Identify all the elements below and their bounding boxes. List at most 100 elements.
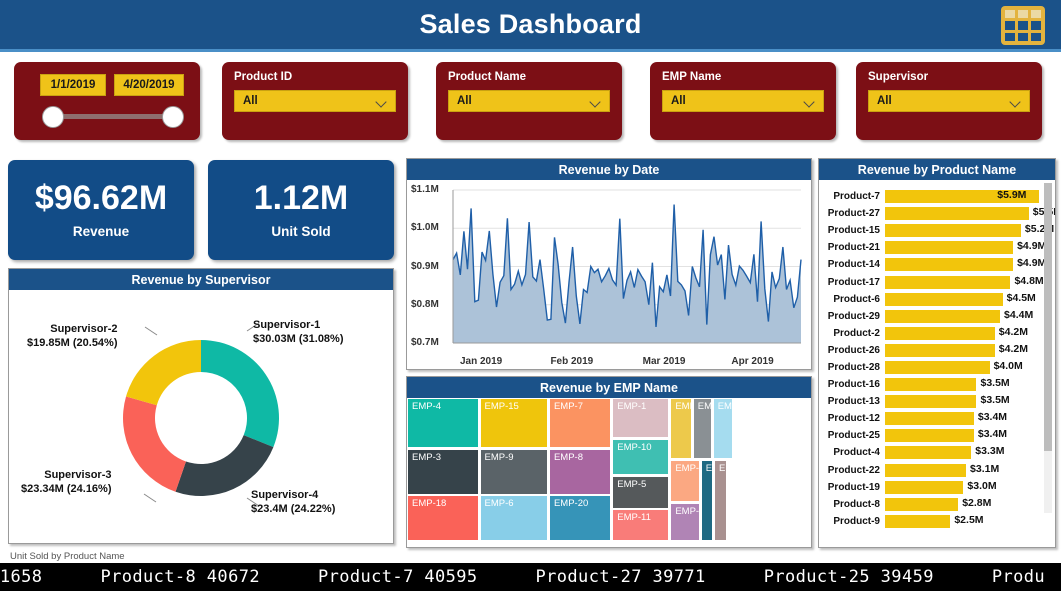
scrollbar-thumb[interactable]: [1044, 183, 1052, 451]
treemap-tile[interactable]: EMP-18: [407, 494, 479, 541]
date-end-value[interactable]: 4/20/2019: [114, 74, 184, 96]
bar-value-label: $4.9M: [1017, 240, 1047, 253]
date-start-value[interactable]: 1/1/2019: [40, 74, 106, 96]
date-slider-handle-right[interactable]: [162, 106, 184, 128]
bar-chart-row[interactable]: Product-12 $3.4M: [823, 410, 1051, 427]
bar-chart-scrollbar[interactable]: [1044, 183, 1052, 513]
treemap-tile[interactable]: EMP-...: [712, 398, 733, 460]
treemap-tile[interactable]: EMP-1: [612, 398, 670, 439]
bar-category-label: Product-2: [833, 327, 880, 339]
slicer-product-name[interactable]: Product Name All: [436, 62, 622, 140]
slicer-dropdown[interactable]: All: [448, 90, 610, 112]
treemap-tile[interactable]: EMP-11: [612, 508, 670, 541]
header-bar: Sales Dashboard: [0, 0, 1061, 49]
donut-chart-area: Supervisor-1 $30.03M (31.08%) Supervisor-…: [9, 290, 393, 543]
treemap-tile[interactable]: EMP-8: [548, 448, 612, 495]
bar-track: $3.0M: [885, 479, 1051, 494]
date-range-slicer[interactable]: 1/1/2019 4/20/2019: [14, 62, 200, 140]
bar-category-label: Product-29: [827, 310, 880, 322]
bar-chart-row[interactable]: Product-29 $4.4M: [823, 308, 1051, 325]
bar-chart-row[interactable]: Product-14 $4.9M: [823, 256, 1051, 273]
bar-chart-row[interactable]: Product-26 $4.2M: [823, 342, 1051, 359]
bar-track: $4.9M: [885, 257, 1051, 272]
bar-fill: [885, 412, 974, 426]
kpi-card-unit-sold[interactable]: 1.12M Unit Sold: [208, 160, 394, 260]
treemap-tile[interactable]: EMP-6: [479, 494, 549, 541]
bar-chart-row[interactable]: Product-2 $4.2M: [823, 325, 1051, 342]
treemap-tile[interactable]: EMP-15: [479, 398, 549, 449]
bar-value-label: $3.0M: [967, 479, 997, 492]
bar-chart-row[interactable]: Product-6 $4.5M: [823, 291, 1051, 308]
bar-category-label: Product-9: [833, 515, 880, 527]
treemap-tile[interactable]: EMP-20: [548, 494, 612, 541]
bar-chart-row[interactable]: Product-13 $3.5M: [823, 393, 1051, 410]
chart-revenue-by-product-name[interactable]: Revenue by Product Name Product-7 $5.9M Pr…: [818, 158, 1056, 548]
donut-label-supervisor-4: Supervisor-4 $23.4M (24.22%): [251, 489, 336, 516]
bar-chart-row[interactable]: Product-15 $5.2M: [823, 222, 1054, 239]
date-slider-track[interactable]: [54, 114, 170, 119]
slicer-dropdown[interactable]: All: [868, 90, 1030, 112]
x-tick-label: Mar 2019: [642, 356, 686, 367]
treemap-tile[interactable]: EMP-9: [479, 448, 549, 495]
treemap-tile-label: EMP-9: [484, 451, 514, 463]
slicer-value: All: [671, 95, 686, 107]
treemap-tile[interactable]: EMP-19: [692, 398, 712, 460]
bar-category-label: Product-21: [827, 242, 880, 254]
date-slider-handle-left[interactable]: [42, 106, 64, 128]
bar-chart-row[interactable]: Product-4 $3.3M: [823, 444, 1051, 461]
slicer-dropdown[interactable]: All: [234, 90, 396, 112]
bar-category-label: Product-15: [827, 225, 880, 237]
bar-chart-row[interactable]: Product-28 $4.0M: [823, 359, 1051, 376]
bar-chart-row[interactable]: Product-16 $3.5M: [823, 376, 1051, 393]
slicer-label: EMP Name: [662, 71, 722, 83]
ticker-item: Produ: [991, 567, 1046, 587]
slicer-emp-name[interactable]: EMP Name All: [650, 62, 836, 140]
bar-chart-row[interactable]: Product-9 $2.5M: [823, 513, 1051, 530]
bar-value-label: $4.9M: [1017, 257, 1047, 270]
bar-value-label: $4.2M: [998, 325, 1028, 338]
treemap-tile[interactable]: EMP-16: [670, 459, 700, 503]
bar-chart-row[interactable]: Product-22 $3.1M: [823, 462, 1051, 479]
bar-fill: [885, 378, 977, 392]
chart-revenue-by-emp-name[interactable]: Revenue by EMP Name EMP-4 EMP-15 EMP-7 EMP-…: [406, 376, 812, 548]
treemap-tile[interactable]: EMP-10: [612, 438, 670, 476]
panel-title: Revenue by Product Name: [819, 159, 1055, 180]
bar-chart-row[interactable]: Product-8 $2.8M: [823, 496, 1051, 513]
bar-category-label: Product-14: [827, 259, 880, 271]
chart-revenue-by-supervisor[interactable]: Revenue by Supervisor Supervisor-1 $30.03…: [8, 268, 394, 544]
bar-fill: [885, 497, 959, 511]
bar-chart-row[interactable]: Product-7 $5.9M: [823, 188, 1051, 205]
header-divider: [0, 49, 1061, 52]
bar-chart-row[interactable]: Product-27 $5.5M: [823, 205, 1055, 222]
treemap-tile[interactable]: EMP-2: [670, 398, 692, 460]
treemap-tile[interactable]: EM...: [700, 459, 714, 541]
treemap-tile[interactable]: EMP-4: [407, 398, 479, 449]
treemap-tile[interactable]: EMP-13: [670, 502, 700, 541]
treemap-tile-label: EM...: [718, 462, 726, 474]
treemap-tile[interactable]: EMP-5: [612, 475, 670, 509]
treemap-tile[interactable]: EMP-7: [548, 398, 612, 449]
bar-track: $4.4M: [885, 309, 1051, 323]
bar-chart-row[interactable]: Product-25 $3.4M: [823, 427, 1051, 444]
bar-category-label: Product-6: [833, 293, 880, 305]
treemap-tile[interactable]: EM...: [713, 459, 727, 541]
line-chart-svg: [452, 189, 802, 344]
slicer-dropdown[interactable]: All: [662, 90, 824, 112]
panel-title: Revenue by Date: [407, 159, 811, 180]
bar-chart-row[interactable]: Product-21 $4.9M: [823, 239, 1051, 256]
chart-revenue-by-date[interactable]: Revenue by Date $1.1M $1.0M $0.9M $0.8M $0.7…: [406, 158, 812, 370]
treemap-tile-label: EMP-1: [617, 401, 647, 412]
slicer-supervisor[interactable]: Supervisor All: [856, 62, 1042, 140]
bar-chart-row[interactable]: Product-19 $3.0M: [823, 479, 1051, 496]
treemap-tile[interactable]: EMP-3: [407, 448, 479, 495]
bar-value-label: $2.8M: [962, 496, 992, 509]
treemap-tile-label: EMP-7: [553, 401, 583, 412]
kpi-card-revenue[interactable]: $96.62M Revenue: [8, 160, 194, 260]
donut-label-supervisor-3: Supervisor-3 $23.34M (24.16%): [21, 469, 112, 496]
slicer-product-id[interactable]: Product ID All: [222, 62, 408, 140]
bar-chart-row[interactable]: Product-17 $4.8M: [823, 273, 1051, 290]
ticker-content: 7 41658 Product-8 40672 Product-7 40595 Pro…: [0, 563, 1061, 591]
bar-value-label: $4.5M: [1006, 291, 1036, 304]
bar-category-label: Product-26: [827, 344, 880, 356]
x-tick-label: Jan 2019: [459, 356, 503, 367]
